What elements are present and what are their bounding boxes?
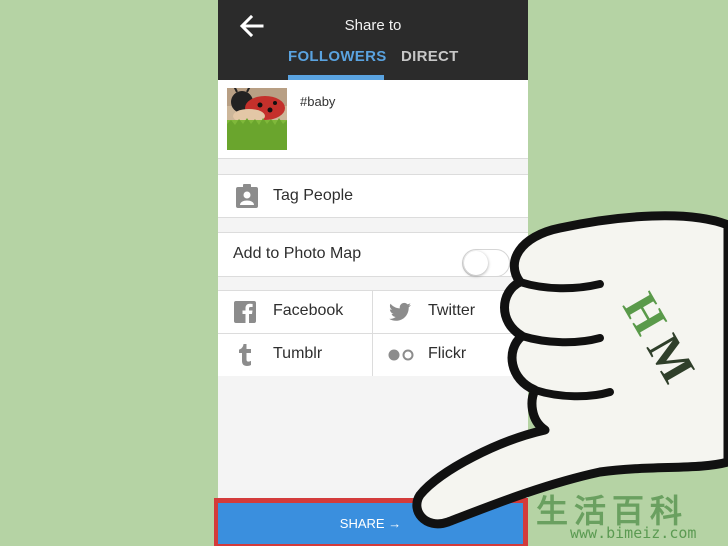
tag-people-row[interactable]: Tag People [218,174,528,218]
network-flickr[interactable]: Flickr [373,334,527,376]
network-label: Twitter [428,302,476,319]
tab-direct[interactable]: DIRECT [401,48,459,65]
share-networks-grid: Facebook Twitter Tumblr Flickr [218,290,528,376]
share-button[interactable]: SHARE → [218,503,523,544]
photo-thumbnail [227,88,287,150]
watermark: 生活百科 www.bimeiz.com [532,484,728,546]
facebook-icon [234,301,256,323]
hm-logo: H M [612,284,705,391]
photo-map-toggle[interactable] [462,249,510,277]
tag-person-icon [236,184,258,208]
photo-map-label: Add to Photo Map [233,245,362,262]
svg-text:H: H [612,284,677,343]
network-tumblr[interactable]: Tumblr [218,334,372,376]
share-screen: Share to FOLLOWERS DIRECT #baby Tag Peop… [218,0,528,546]
share-button-highlight: SHARE → [214,498,528,546]
network-twitter[interactable]: Twitter [373,291,527,333]
tumblr-icon [239,344,251,366]
network-label: Flickr [428,345,467,362]
network-facebook[interactable]: Facebook [218,291,372,333]
flickr-icon [388,349,414,361]
header-bar: Share to FOLLOWERS DIRECT [218,0,528,80]
twitter-icon [389,302,411,321]
network-label: Facebook [273,302,344,319]
tag-people-label: Tag People [273,187,354,204]
tab-followers[interactable]: FOLLOWERS [288,48,387,65]
page-title: Share to [344,17,402,34]
network-label: Tumblr [273,345,323,362]
caption-text[interactable]: #baby [300,94,335,109]
post-preview: #baby [218,80,528,158]
divider [218,158,528,159]
svg-text:M: M [636,326,705,392]
photo-map-row: Add to Photo Map [218,232,528,277]
watermark-url: www.bimeiz.com [570,524,697,542]
toggle-knob [464,251,488,275]
